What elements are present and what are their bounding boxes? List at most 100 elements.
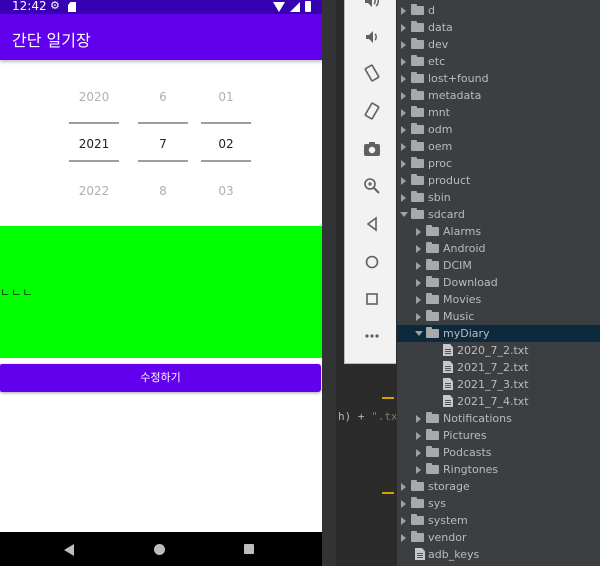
- chevron-right-icon[interactable]: [401, 483, 406, 491]
- chevron-right-icon[interactable]: [416, 313, 421, 321]
- folder-tree-item[interactable]: Music: [397, 308, 600, 325]
- folder-tree-item[interactable]: Android: [397, 240, 600, 257]
- folder-tree-item[interactable]: d: [397, 2, 600, 19]
- month-next[interactable]: 8: [138, 184, 188, 198]
- chevron-right-icon[interactable]: [416, 449, 421, 457]
- folder-tree-item[interactable]: Pictures: [397, 427, 600, 444]
- camera-icon[interactable]: [359, 140, 385, 166]
- folder-tree-item[interactable]: myDiary: [397, 325, 600, 342]
- tree-item-label: adb_keys: [428, 548, 480, 561]
- folder-tree-item[interactable]: sbin: [397, 189, 600, 206]
- folder-tree-item[interactable]: Notifications: [397, 410, 600, 427]
- rotate-left-icon[interactable]: [359, 64, 385, 90]
- file-tree-item[interactable]: 2021_7_4.txt: [397, 393, 600, 410]
- volume-up-icon[interactable]: [359, 0, 385, 18]
- day-prev[interactable]: 01: [201, 90, 251, 104]
- chevron-right-icon[interactable]: [416, 245, 421, 253]
- folder-tree-item[interactable]: oem: [397, 138, 600, 155]
- divider: [201, 160, 251, 162]
- chevron-right-icon[interactable]: [401, 534, 406, 542]
- folder-icon: [426, 276, 439, 287]
- tree-item-label: d: [428, 4, 435, 17]
- chevron-down-icon[interactable]: [400, 212, 408, 217]
- tree-item-label: sys: [428, 497, 446, 510]
- tree-item-label: data: [428, 21, 453, 34]
- folder-tree-item[interactable]: etc: [397, 53, 600, 70]
- day-next[interactable]: 03: [201, 184, 251, 198]
- chevron-right-icon[interactable]: [401, 500, 406, 508]
- folder-tree-item[interactable]: proc: [397, 155, 600, 172]
- chevron-right-icon[interactable]: [401, 24, 406, 32]
- chevron-right-icon[interactable]: [401, 92, 406, 100]
- year-next[interactable]: 2022: [69, 184, 119, 198]
- chevron-right-icon[interactable]: [401, 160, 406, 168]
- folder-tree-item[interactable]: Download: [397, 274, 600, 291]
- chevron-right-icon[interactable]: [401, 517, 406, 525]
- file-tree-item[interactable]: adb_keys: [397, 546, 600, 563]
- tree-item-label: 2020_7_2.txt: [457, 344, 529, 357]
- folder-tree-item[interactable]: system: [397, 512, 600, 529]
- folder-tree-item[interactable]: dev: [397, 36, 600, 53]
- recents-icon[interactable]: [244, 544, 254, 554]
- more-icon[interactable]: [359, 327, 385, 353]
- date-picker[interactable]: 2020 2021 2022 6 7 8 01 02 03: [0, 60, 322, 226]
- divider: [201, 122, 251, 124]
- chevron-right-icon[interactable]: [401, 143, 406, 151]
- rotate-right-icon[interactable]: [359, 102, 385, 128]
- zoom-icon[interactable]: [359, 177, 385, 203]
- folder-tree-item[interactable]: lost+found: [397, 70, 600, 87]
- month-current[interactable]: 7: [138, 137, 188, 151]
- day-picker[interactable]: 01 02 03: [201, 60, 251, 226]
- folder-tree-item[interactable]: metadata: [397, 87, 600, 104]
- file-tree-item[interactable]: 2020_7_2.txt: [397, 342, 600, 359]
- chevron-right-icon[interactable]: [401, 126, 406, 134]
- chevron-right-icon[interactable]: [416, 262, 421, 270]
- folder-tree-item[interactable]: storage: [397, 478, 600, 495]
- chevron-right-icon[interactable]: [416, 279, 421, 287]
- folder-tree-item[interactable]: Alarms: [397, 223, 600, 240]
- folder-tree-item[interactable]: mnt: [397, 104, 600, 121]
- month-prev[interactable]: 6: [138, 90, 188, 104]
- year-picker[interactable]: 2020 2021 2022: [69, 60, 119, 226]
- edit-button[interactable]: 수정하기: [0, 364, 321, 392]
- folder-tree-item[interactable]: odm: [397, 121, 600, 138]
- chevron-right-icon[interactable]: [401, 177, 406, 185]
- folder-tree-item[interactable]: Movies: [397, 291, 600, 308]
- file-tree-item[interactable]: 2021_7_2.txt: [397, 359, 600, 376]
- chevron-right-icon[interactable]: [401, 109, 406, 117]
- folder-icon: [411, 480, 424, 491]
- chevron-right-icon[interactable]: [401, 75, 406, 83]
- tree-item-label: lost+found: [428, 72, 489, 85]
- folder-tree-item[interactable]: sys: [397, 495, 600, 512]
- chevron-right-icon[interactable]: [416, 432, 421, 440]
- year-prev[interactable]: 2020: [69, 90, 119, 104]
- tree-item-label: product: [428, 174, 471, 187]
- folder-tree-item[interactable]: Ringtones: [397, 461, 600, 478]
- folder-tree-item[interactable]: sdcard: [397, 206, 600, 223]
- chevron-right-icon[interactable]: [401, 41, 406, 49]
- folder-tree-item[interactable]: Podcasts: [397, 444, 600, 461]
- chevron-down-icon[interactable]: [415, 331, 423, 336]
- home-icon[interactable]: [154, 544, 165, 555]
- chevron-right-icon[interactable]: [401, 194, 406, 202]
- month-picker[interactable]: 6 7 8: [138, 60, 188, 226]
- back-icon[interactable]: [359, 215, 385, 241]
- day-current[interactable]: 02: [201, 137, 251, 151]
- folder-tree-item[interactable]: product: [397, 172, 600, 189]
- file-tree-item[interactable]: 2021_7_3.txt: [397, 376, 600, 393]
- overview-icon[interactable]: [359, 290, 385, 316]
- chevron-right-icon[interactable]: [416, 466, 421, 474]
- folder-tree-item[interactable]: vendor: [397, 529, 600, 546]
- folder-tree-item[interactable]: DCIM: [397, 257, 600, 274]
- diary-text-area[interactable]: ㄴㄴㄴ: [0, 226, 322, 358]
- folder-tree-item[interactable]: data: [397, 19, 600, 36]
- year-current[interactable]: 2021: [69, 137, 119, 151]
- home-icon[interactable]: [359, 253, 385, 279]
- chevron-right-icon[interactable]: [416, 415, 421, 423]
- volume-down-icon[interactable]: [359, 28, 385, 54]
- chevron-right-icon[interactable]: [401, 7, 406, 15]
- chevron-right-icon[interactable]: [416, 296, 421, 304]
- chevron-right-icon[interactable]: [416, 228, 421, 236]
- back-icon[interactable]: [64, 544, 74, 556]
- chevron-right-icon[interactable]: [401, 58, 406, 66]
